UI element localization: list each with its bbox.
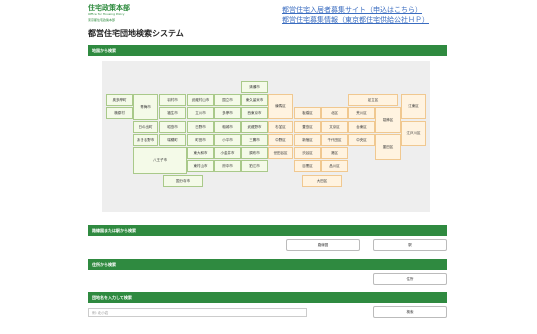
map-area-kodaira[interactable]: 小平市: [214, 134, 241, 146]
map-area-hinode[interactable]: 日の出町: [133, 121, 158, 133]
map-area-fussa[interactable]: 福生市: [159, 107, 186, 119]
map-area-mizuho[interactable]: 瑞穂町: [159, 134, 186, 146]
address-button[interactable]: 住所: [373, 273, 447, 285]
section-map-header: 地図から検索: [88, 45, 447, 56]
map-area-itabashi[interactable]: 板橋区: [294, 107, 321, 119]
map-area-shibuya[interactable]: 渋谷区: [294, 147, 321, 159]
map-area-okutama[interactable]: 奥多摩町: [106, 94, 133, 106]
map-area-akishima[interactable]: 昭島市: [159, 121, 186, 133]
map-area-shinjuku[interactable]: 新宿区: [294, 134, 321, 146]
map-area-suginami[interactable]: 杉並区: [268, 121, 293, 133]
station-button[interactable]: 駅: [373, 239, 447, 251]
map-area-kokubunji[interactable]: 国分寺市: [163, 175, 203, 187]
map-area-fuchu[interactable]: 府中市: [214, 160, 241, 172]
map-area-inagi[interactable]: 稲城市: [214, 121, 241, 133]
map-area-ome[interactable]: 青梅市: [133, 94, 158, 120]
map-area-mitaka[interactable]: 三鷹市: [241, 134, 268, 146]
map-area-nakano[interactable]: 中野区: [268, 134, 293, 146]
map-area-chuo[interactable]: 中央区: [348, 134, 375, 146]
map-area-arakawa[interactable]: 荒川区: [348, 107, 375, 119]
map-area-taito[interactable]: 台東区: [348, 121, 375, 133]
map-area-hachioji[interactable]: 八王子市: [133, 147, 187, 174]
tokyo-map: 奥多摩町 檜原村 日の出町 あきる野市 八王子市 青梅市 羽村市 福生市 昭島市…: [102, 61, 430, 212]
map-area-akiruno[interactable]: あきる野市: [133, 134, 158, 146]
map-area-hinohara[interactable]: 檜原村: [106, 107, 133, 119]
map-area-musashino[interactable]: 武蔵野市: [241, 121, 268, 133]
map-area-nerima[interactable]: 練馬区: [268, 94, 293, 119]
map-area-tachikawa[interactable]: 立川市: [187, 107, 214, 119]
map-area-ota[interactable]: 大田区: [302, 175, 342, 187]
map-area-koto[interactable]: 江東区: [401, 94, 426, 119]
map-area-koganei[interactable]: 小金井市: [214, 147, 241, 159]
map-area-kunitachi[interactable]: 国立市: [214, 94, 241, 106]
map-area-hamura[interactable]: 羽村市: [159, 94, 186, 106]
line-map-button[interactable]: 路線図: [286, 239, 360, 251]
map-area-chiyoda[interactable]: 千代田区: [321, 134, 348, 146]
map-area-bunkyo[interactable]: 文京区: [321, 121, 348, 133]
map-area-sumida[interactable]: 墨田区: [375, 134, 401, 160]
page-title: 都営住宅団地検索システム: [88, 29, 184, 38]
section-address-header: 住所から検索: [88, 259, 447, 270]
map-area-adachi[interactable]: 足立区: [348, 94, 398, 106]
map-area-nishitokyo[interactable]: 西東京市: [241, 107, 268, 119]
map-area-hino[interactable]: 日野市: [187, 121, 214, 133]
recruitment-site-link[interactable]: 都営住宅入居者募集サイト（申込はこちら）: [282, 5, 422, 15]
map-area-komae[interactable]: 狛江市: [241, 160, 268, 172]
map-area-higashimurayama[interactable]: 東村山市: [187, 160, 214, 172]
map-area-chofu[interactable]: 調布市: [241, 147, 268, 159]
estate-name-input[interactable]: 例: 北小岩: [88, 308, 307, 317]
map-area-machida[interactable]: 町田市: [187, 134, 214, 146]
map-area-kita[interactable]: 北区: [321, 107, 348, 119]
map-area-shinagawa[interactable]: 品川区: [321, 160, 348, 172]
map-area-setagaya[interactable]: 世田谷区: [268, 147, 293, 159]
map-area-tama[interactable]: 多摩市: [214, 107, 241, 119]
map-area-musashimurayama[interactable]: 武蔵村山市: [187, 94, 214, 106]
logo-subtitle-jp: 東京都住宅政策本部: [88, 18, 116, 22]
search-button[interactable]: 検索: [373, 306, 447, 318]
section-name-header: 団地名を入力して検索: [88, 292, 447, 303]
logo-subtitle: Office for Housing Policy: [88, 12, 125, 16]
recruitment-info-link[interactable]: 都営住宅募集情報（東京都住宅供給公社ＨＰ）: [282, 15, 429, 25]
map-area-kiyose[interactable]: 清瀬市: [241, 81, 268, 93]
map-area-toshima[interactable]: 豊島区: [294, 121, 321, 133]
map-area-higashiyamato[interactable]: 東大和市: [187, 147, 214, 159]
map-area-edogawa[interactable]: 江戸川区: [401, 121, 426, 146]
map-area-higashikurume[interactable]: 東久留米市: [241, 94, 268, 106]
map-area-meguro[interactable]: 目黒区: [294, 160, 321, 172]
map-area-katsushika[interactable]: 葛飾区: [375, 107, 401, 133]
map-area-minato[interactable]: 港区: [321, 147, 348, 159]
section-line-header: 路線図または駅から検索: [88, 225, 447, 236]
